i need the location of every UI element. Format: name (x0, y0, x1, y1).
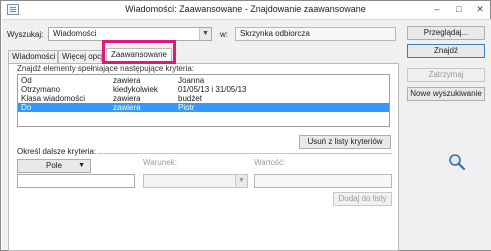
tab-messages[interactable]: Wiadomości (8, 50, 58, 63)
stop-button[interactable]: Zatrzymaj (407, 68, 485, 82)
title-bar: Wiadomości: Zaawansowane - Znajdowanie z… (1, 1, 490, 19)
value-input[interactable] (254, 174, 392, 188)
criteria-title: Znajdź elementy spełniające następujące … (17, 64, 194, 73)
criteria-condition: zawiera (113, 103, 141, 112)
more-criteria-title: Określ dalsze kryteria: (17, 147, 97, 156)
criteria-condition: kiedykolwiek (113, 85, 158, 94)
chevron-down-icon: ▼ (235, 175, 247, 187)
close-button[interactable]: ✕ (474, 3, 486, 15)
criteria-row-selected[interactable]: Do zawiera Piotr (18, 103, 389, 112)
criteria-field: Otrzymano (21, 85, 61, 94)
maximize-button[interactable]: □ (453, 3, 465, 15)
criteria-row[interactable]: Od zawiera Joanna (18, 76, 389, 85)
in-label: w: (220, 30, 228, 39)
more-criteria-divider (97, 153, 392, 154)
dialog-body: Wyszukaj: Wiadomości ▼ w: Skrzynka odbio… (2, 19, 491, 251)
in-folder-field: Skrzynka odbiorcza (235, 27, 396, 41)
in-folder-value: Skrzynka odbiorcza (240, 29, 310, 38)
condition-label: Warunek: (143, 158, 177, 167)
criteria-value: Piotr (178, 103, 195, 112)
look-for-value: Wiadomości (53, 29, 97, 38)
criteria-row[interactable]: Otrzymano kiedykolwiek 01/05/13 i 31/05/… (18, 85, 389, 94)
condition-dropdown[interactable]: ▼ (143, 174, 248, 188)
chevron-down-icon: ▼ (199, 28, 211, 40)
browse-button[interactable]: Przeglądaj... (407, 26, 485, 40)
tab-more-choices[interactable]: Więcej opcji (58, 50, 104, 63)
value-label: Wartość: (254, 158, 286, 167)
window-title: Wiadomości: Zaawansowane - Znajdowanie z… (125, 4, 366, 14)
criteria-value: 01/05/13 i 31/05/13 (178, 85, 247, 94)
criteria-condition: zawiera (113, 76, 141, 85)
field-button-label: Pole (45, 161, 62, 170)
criteria-condition: zawiera (113, 94, 141, 103)
chevron-down-icon: ▼ (78, 162, 85, 169)
field-name-input[interactable] (17, 174, 135, 188)
look-for-dropdown[interactable]: Wiadomości ▼ (48, 27, 212, 41)
tab-highlight-frame (102, 40, 176, 64)
advanced-find-window: Wiadomości: Zaawansowane - Znajdowanie z… (0, 0, 491, 251)
criteria-field: Od (21, 76, 32, 85)
criteria-list[interactable]: Od zawiera Joanna Otrzymano kiedykolwiek… (17, 74, 390, 127)
new-search-button[interactable]: Nowe wyszukiwanie (407, 87, 485, 101)
criteria-value: budżet (178, 94, 203, 103)
criteria-value: Joanna (178, 76, 205, 85)
magnifier-icon (449, 154, 466, 171)
find-now-button[interactable]: Znajdź (407, 44, 485, 58)
minimize-button[interactable]: – (431, 3, 443, 15)
add-to-list-button[interactable]: Dodaj do listy (333, 192, 392, 206)
look-for-label: Wyszukaj: (7, 30, 44, 39)
criteria-field: Klasa wiadomości (21, 94, 86, 103)
criteria-row[interactable]: Klasa wiadomości zawiera budżet (18, 94, 389, 103)
criteria-field: Do (21, 103, 32, 112)
field-dropdown-button[interactable]: Pole ▼ (17, 159, 91, 173)
remove-from-list-button[interactable]: Usuń z listy kryteriów (299, 135, 391, 149)
advanced-tab-panel: Znajdź elementy spełniające następujące … (8, 63, 399, 251)
